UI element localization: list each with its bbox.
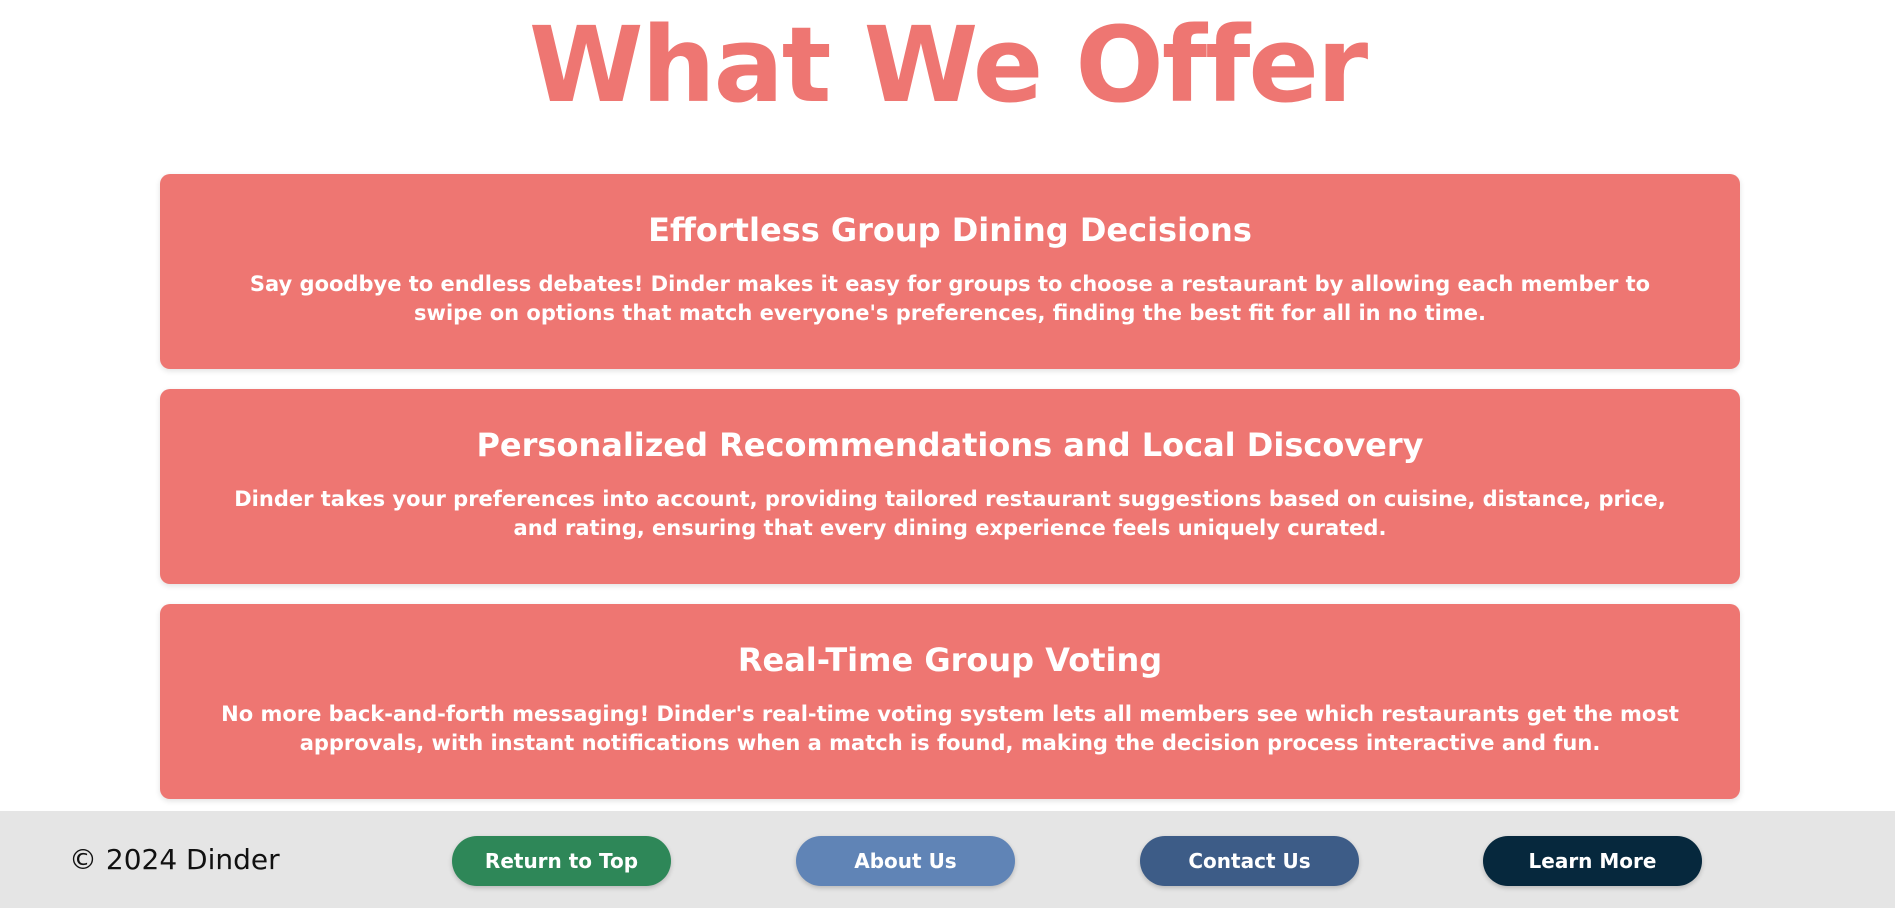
feature-description: Dinder takes your preferences into accou…: [234, 487, 1666, 540]
page-title: What We Offer: [528, 4, 1368, 126]
feature-title: Effortless Group Dining Decisions: [648, 211, 1252, 249]
return-to-top-button[interactable]: Return to Top: [452, 836, 671, 886]
feature-card-group-voting: Real-Time Group Voting No more back-and-…: [160, 604, 1740, 799]
feature-description: Say goodbye to endless debates! Dinder m…: [249, 272, 1651, 325]
feature-card-group-dining: Effortless Group Dining Decisions Say go…: [160, 174, 1740, 369]
copyright-text: © 2024 Dinder: [69, 843, 280, 876]
feature-title: Personalized Recommendations and Local D…: [476, 426, 1424, 464]
feature-description: No more back-and-forth messaging! Dinder…: [221, 702, 1679, 755]
contact-us-button[interactable]: Contact Us: [1140, 836, 1359, 886]
footer: © 2024 Dinder Return to Top About Us Con…: [0, 811, 1895, 908]
feature-card-recommendations: Personalized Recommendations and Local D…: [160, 389, 1740, 584]
features-list: Effortless Group Dining Decisions Say go…: [160, 174, 1740, 799]
learn-more-button[interactable]: Learn More: [1483, 836, 1702, 886]
about-us-button[interactable]: About Us: [796, 836, 1015, 886]
feature-title: Real-Time Group Voting: [737, 641, 1163, 679]
